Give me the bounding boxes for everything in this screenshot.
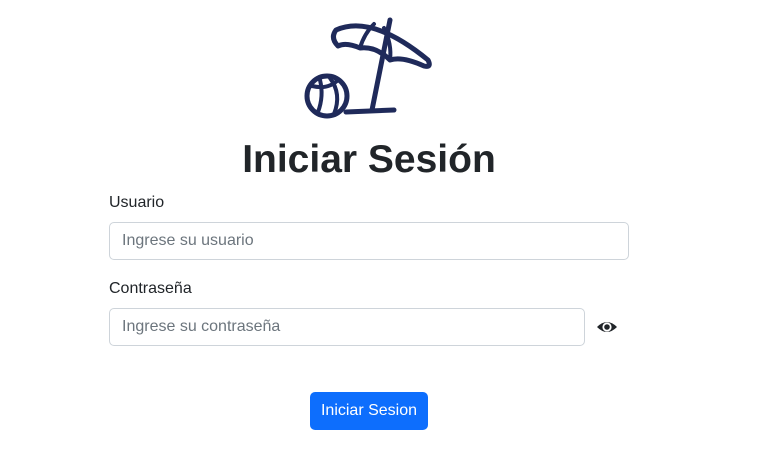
page-title: Iniciar Sesión — [242, 138, 496, 181]
login-page: Iniciar Sesión Usuario Contraseña Inicia… — [0, 0, 764, 464]
username-label: Usuario — [109, 194, 165, 211]
eye-icon[interactable] — [596, 318, 618, 336]
beach-umbrella-ball-icon — [304, 17, 432, 119]
username-input[interactable] — [109, 222, 629, 260]
password-label: Contraseña — [109, 280, 192, 297]
login-button[interactable]: Iniciar Sesion — [310, 392, 428, 430]
password-input[interactable] — [109, 308, 585, 346]
